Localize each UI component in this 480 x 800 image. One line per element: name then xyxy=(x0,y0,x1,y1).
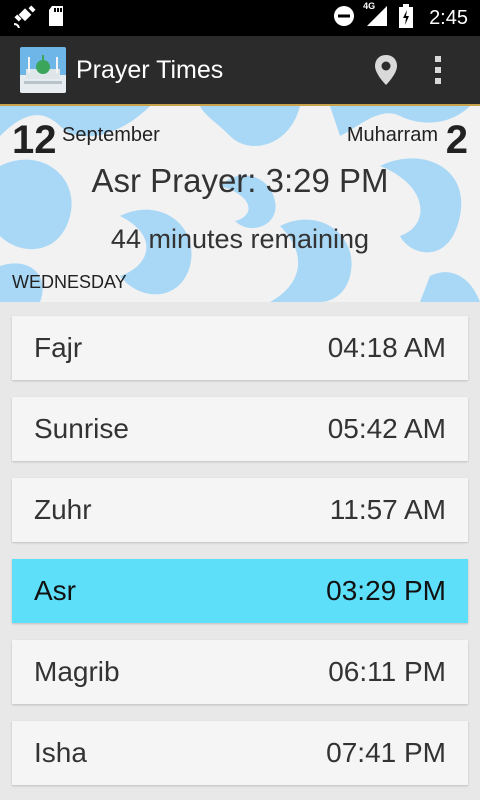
prayer-name: Magrib xyxy=(34,656,120,687)
clock-time: 2:45 xyxy=(429,6,468,29)
hijri-month: Muharram xyxy=(346,124,438,146)
prayer-name: Fajr xyxy=(34,332,83,363)
gregorian-month: September xyxy=(62,124,160,146)
overflow-menu-icon[interactable] xyxy=(412,44,464,96)
location-pin-icon[interactable] xyxy=(360,44,412,96)
prayer-row-asr[interactable]: Asr 03:29 PM xyxy=(12,559,468,623)
prayer-name: Isha xyxy=(34,737,87,768)
network-type-label: 4G xyxy=(363,0,376,11)
gregorian-day: 12 xyxy=(12,118,57,162)
next-prayer-text: Asr Prayer: 3:29 PM xyxy=(91,162,389,199)
signal-icon: 4G xyxy=(363,1,389,32)
do-not-disturb-icon xyxy=(333,5,355,32)
prayer-time: 07:41 PM xyxy=(326,737,446,768)
date-header: 12 September Muharram 2 Asr Prayer: 3:29… xyxy=(0,106,480,302)
battery-charging-icon xyxy=(399,3,414,33)
prayer-row-sunrise[interactable]: Sunrise 05:42 AM xyxy=(12,397,468,461)
prayer-row-magrib[interactable]: Magrib 06:11 PM xyxy=(12,640,468,704)
app-logo-icon xyxy=(20,47,66,93)
app-bar: Prayer Times xyxy=(0,36,480,106)
weekday-label: WEDNESDAY xyxy=(12,272,127,292)
gps-icon xyxy=(12,4,38,33)
prayer-name: Sunrise xyxy=(34,413,129,444)
app-title: Prayer Times xyxy=(76,55,224,84)
sd-card-icon xyxy=(48,5,64,32)
prayer-time: 06:11 PM xyxy=(328,656,446,687)
prayer-row-isha[interactable]: Isha 07:41 PM xyxy=(12,721,468,785)
prayer-time: 03:29 PM xyxy=(326,575,446,606)
prayer-list: Fajr 04:18 AM Sunrise 05:42 AM Zuhr 11:5… xyxy=(0,302,480,785)
prayer-time: 05:42 AM xyxy=(327,413,446,444)
prayer-row-fajr[interactable]: Fajr 04:18 AM xyxy=(12,316,468,380)
status-bar: 4G 2:45 xyxy=(0,0,480,36)
prayer-time: 04:18 AM xyxy=(327,332,446,363)
prayer-name: Asr xyxy=(34,575,76,606)
prayer-name: Zuhr xyxy=(34,494,92,525)
prayer-row-zuhr[interactable]: Zuhr 11:57 AM xyxy=(12,478,468,542)
time-remaining-text: 44 minutes remaining xyxy=(110,224,370,254)
prayer-time: 11:57 AM xyxy=(329,494,446,525)
hijri-day: 2 xyxy=(445,118,468,162)
